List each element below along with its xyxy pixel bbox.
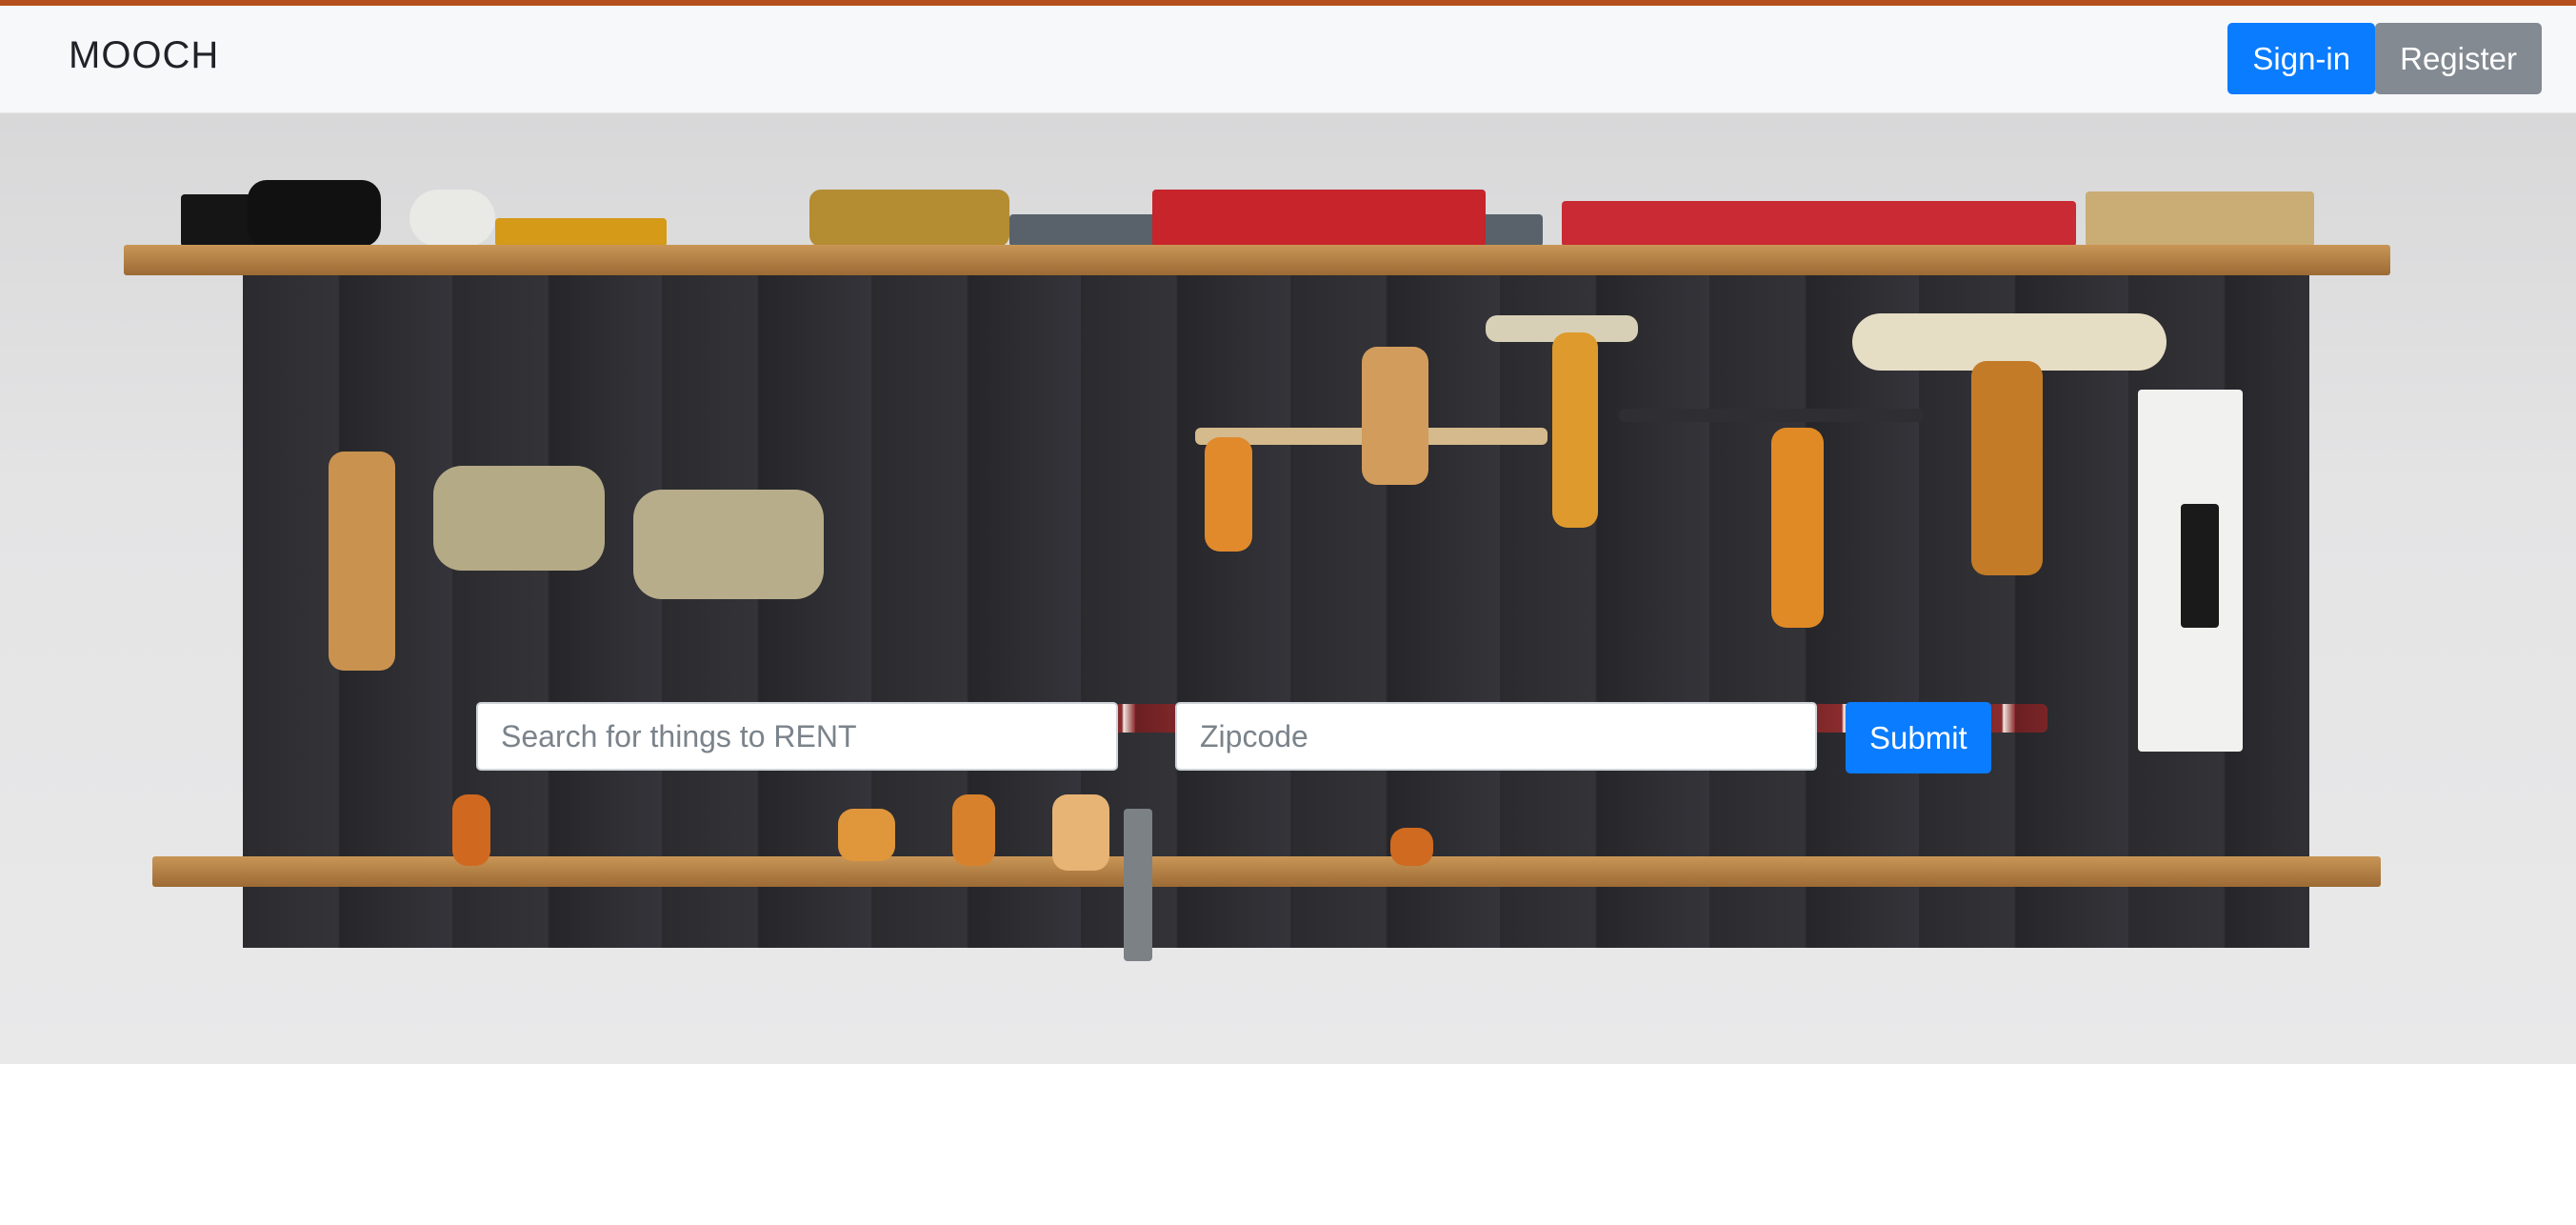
brand-logo[interactable]: MOOCH bbox=[69, 34, 219, 77]
nav-actions: Sign-in Register bbox=[2227, 23, 2542, 94]
top-shelf-items bbox=[181, 172, 2324, 247]
hero-banner: Submit bbox=[0, 113, 2576, 1064]
search-form: Submit bbox=[476, 702, 1991, 774]
zipcode-input[interactable] bbox=[1175, 702, 1817, 771]
bottom-shelf bbox=[152, 856, 2381, 887]
sign-in-button[interactable]: Sign-in bbox=[2227, 23, 2376, 94]
submit-button[interactable]: Submit bbox=[1846, 702, 1991, 773]
navbar: MOOCH Sign-in Register bbox=[0, 6, 2576, 113]
search-input[interactable] bbox=[476, 702, 1118, 771]
top-shelf bbox=[124, 245, 2390, 275]
register-button[interactable]: Register bbox=[2375, 23, 2542, 94]
